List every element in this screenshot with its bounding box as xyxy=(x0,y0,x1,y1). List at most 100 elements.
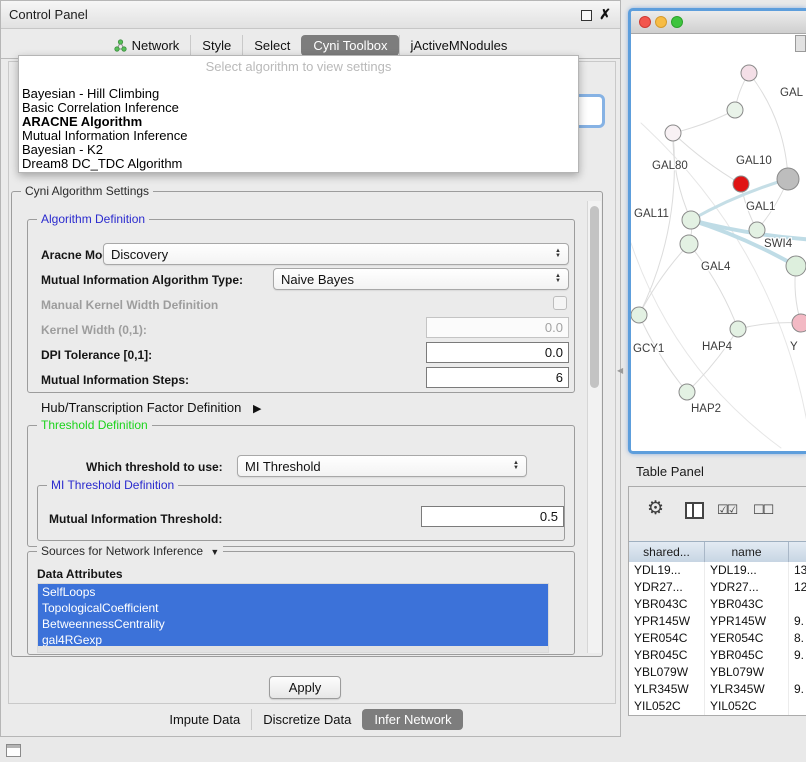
table-row[interactable]: YLR345WYLR345W9. xyxy=(629,681,806,698)
list-horizontal-scrollbar[interactable] xyxy=(38,646,548,652)
close-traffic-light[interactable] xyxy=(639,16,651,28)
data-attributes-list[interactable]: SelfLoopsTopologicalCoefficientBetweenne… xyxy=(37,583,549,653)
tab-discretize-data[interactable]: Discretize Data xyxy=(251,709,362,730)
algorithm-option[interactable]: Bayesian - K2 xyxy=(19,143,578,157)
scrollbar-thumb[interactable] xyxy=(590,206,599,388)
hub-transcription-factor-section[interactable]: Hub/Transcription Factor Definition ▶ xyxy=(41,400,261,415)
algorithm-option[interactable]: Basic Correlation Inference xyxy=(19,101,578,115)
network-node[interactable] xyxy=(682,211,700,229)
minimize-traffic-light[interactable] xyxy=(655,16,667,28)
network-node[interactable] xyxy=(749,222,765,238)
hub-section-label: Hub/Transcription Factor Definition xyxy=(41,400,241,415)
unchecked-pair-icon[interactable]: ☐☐ xyxy=(753,502,772,518)
tab-network[interactable]: Network xyxy=(103,35,191,56)
network-node[interactable] xyxy=(631,307,647,323)
control-panel-titlebar[interactable]: Control Panel ✗ xyxy=(1,1,620,29)
network-node[interactable] xyxy=(679,384,695,400)
mi-threshold-field[interactable] xyxy=(421,506,564,527)
table-cell: 9. xyxy=(789,613,806,630)
network-node[interactable] xyxy=(792,314,806,332)
column-header-extra[interactable] xyxy=(789,542,806,562)
group-title: Threshold Definition xyxy=(37,418,152,433)
column-header-shared-name[interactable]: shared... xyxy=(629,542,705,562)
tab-select[interactable]: Select xyxy=(242,35,301,56)
table-cell: YDR27... xyxy=(705,579,789,596)
network-node[interactable] xyxy=(777,168,799,190)
table-cell: YLR345W xyxy=(629,681,705,698)
table-row[interactable]: YIL052CYIL052C xyxy=(629,698,806,715)
network-edge[interactable] xyxy=(687,329,738,392)
tab-label: Network xyxy=(132,38,180,53)
panel-dock-icon[interactable] xyxy=(6,744,21,757)
gear-icon[interactable]: ⚙ xyxy=(647,497,664,520)
expand-down-icon: ▼ xyxy=(210,547,219,557)
network-node[interactable] xyxy=(733,176,749,192)
network-view-window: GAL80GAL10GAL11GAL1SWI4GAL4GCY1HAP4HAP2G… xyxy=(628,8,806,454)
tab-infer-network[interactable]: Infer Network xyxy=(362,709,462,730)
tab-style[interactable]: Style xyxy=(190,35,242,56)
network-node[interactable] xyxy=(741,65,757,81)
algorithm-option[interactable]: Dream8 DC_TDC Algorithm xyxy=(19,157,578,171)
sources-group-title[interactable]: Sources for Network Inference ▼ xyxy=(37,544,223,560)
network-node[interactable] xyxy=(665,125,681,141)
data-attribute-item[interactable]: TopologicalCoefficient xyxy=(38,600,548,616)
table-row[interactable]: YER054CYER054C8. xyxy=(629,630,806,647)
apply-button[interactable]: Apply xyxy=(269,676,341,699)
network-edge[interactable] xyxy=(673,110,735,133)
network-edge[interactable] xyxy=(673,133,691,220)
zoom-traffic-light[interactable] xyxy=(671,16,683,28)
combo-value: Discovery xyxy=(111,247,168,262)
node-label: HAP4 xyxy=(702,341,733,353)
kernel-width-label: Kernel Width (0,1): xyxy=(41,323,147,337)
combo-arrows-icon: ▲▼ xyxy=(513,461,519,471)
table-cell: 13 xyxy=(789,562,806,579)
table-cell xyxy=(789,664,806,681)
algorithm-option[interactable]: ARACNE Algorithm xyxy=(19,115,578,129)
column-layout-icon[interactable] xyxy=(685,502,704,519)
float-window-icon[interactable] xyxy=(581,10,592,21)
data-attribute-item[interactable]: SelfLoops xyxy=(38,584,548,600)
network-node[interactable] xyxy=(727,102,743,118)
tab-impute-data[interactable]: Impute Data xyxy=(158,709,251,730)
tab-jactivemnodules[interactable]: jActiveMNodules xyxy=(399,35,519,56)
table-cell: YBL079W xyxy=(705,664,789,681)
mi-algorithm-type-combobox[interactable]: Naive Bayes ▲▼ xyxy=(273,268,569,290)
combo-value: Naive Bayes xyxy=(281,272,354,287)
table-row[interactable]: YBL079WYBL079W xyxy=(629,664,806,681)
algorithm-option[interactable]: Bayesian - Hill Climbing xyxy=(19,87,578,101)
splitter-collapse-icon[interactable]: ◀ xyxy=(617,366,623,375)
network-edge[interactable] xyxy=(673,133,741,184)
checked-pair-icon[interactable]: ☑☑ xyxy=(717,502,736,518)
settings-scrollbar[interactable] xyxy=(587,201,601,653)
table-row[interactable]: YDR27...YDR27...12 xyxy=(629,579,806,596)
network-node[interactable] xyxy=(786,256,806,276)
network-edge[interactable] xyxy=(639,244,689,315)
network-tab-icon xyxy=(114,39,127,52)
node-label: GAL4 xyxy=(701,261,731,273)
algorithm-option[interactable]: Mutual Information Inference xyxy=(19,129,578,143)
column-header-name[interactable]: name xyxy=(705,542,789,562)
table-row[interactable]: YPR145WYPR145W9. xyxy=(629,613,806,630)
table-row[interactable]: YBR043CYBR043C xyxy=(629,596,806,613)
table-cell: YDR27... xyxy=(629,579,705,596)
aracne-mode-combobox[interactable]: Discovery ▲▼ xyxy=(103,243,569,265)
tab-cyni-toolbox[interactable]: Cyni Toolbox xyxy=(301,35,398,56)
table-cell: YBR043C xyxy=(705,596,789,613)
bottom-tabbar: Impute Data Discretize Data Infer Networ… xyxy=(1,707,620,731)
mi-steps-field[interactable] xyxy=(426,367,569,388)
close-icon[interactable]: ✗ xyxy=(599,6,611,23)
data-attribute-item[interactable]: BetweennessCentrality xyxy=(38,616,548,632)
table-row[interactable]: YDL19...YDL19...13 xyxy=(629,562,806,579)
which-threshold-combobox[interactable]: MI Threshold ▲▼ xyxy=(237,455,527,477)
network-canvas[interactable]: GAL80GAL10GAL11GAL1SWI4GAL4GCY1HAP4HAP2G… xyxy=(631,33,806,451)
table-row[interactable]: YBR045CYBR045C9. xyxy=(629,647,806,664)
group-title: MI Threshold Definition xyxy=(47,478,178,493)
network-window-titlebar[interactable] xyxy=(631,11,806,34)
dpi-tolerance-field[interactable] xyxy=(426,342,569,363)
window-edge-widget[interactable] xyxy=(795,35,806,52)
network-node[interactable] xyxy=(730,321,746,337)
table-cell: YBR043C xyxy=(629,596,705,613)
network-node[interactable] xyxy=(680,235,698,253)
node-label: GAL xyxy=(780,87,804,99)
network-edge[interactable] xyxy=(689,244,738,329)
